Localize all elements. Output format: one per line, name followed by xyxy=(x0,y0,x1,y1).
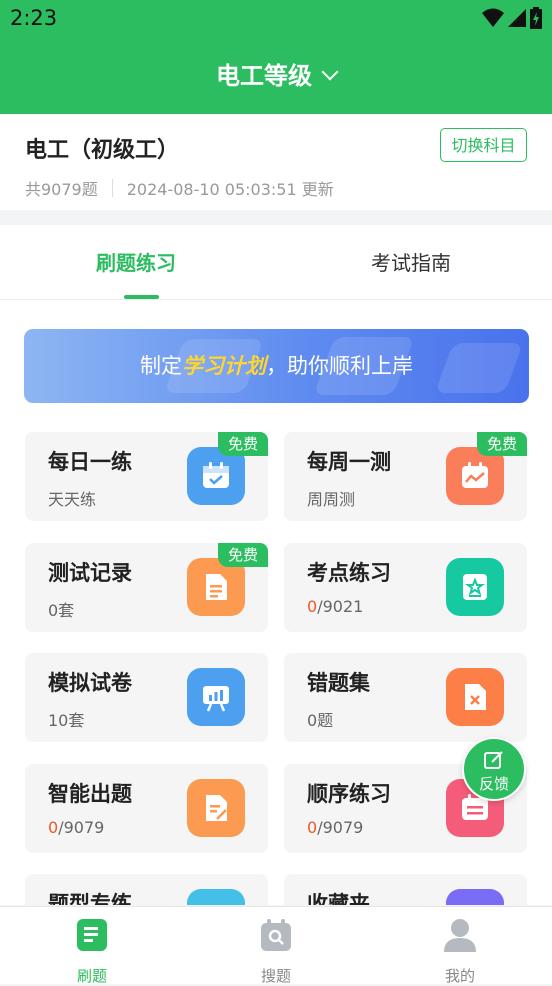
card-title: 收藏夹 xyxy=(307,892,370,905)
card-subtitle: 0套 xyxy=(48,601,75,620)
status-bar: 2:23 xyxy=(0,0,552,36)
bookmark-icon xyxy=(446,889,504,905)
status-icons xyxy=(482,7,542,29)
feedback-button[interactable]: 反馈 xyxy=(462,737,526,801)
card-subtitle: 10套 xyxy=(48,711,85,730)
card-subtitle: 0/9079 xyxy=(307,818,364,837)
edit-icon xyxy=(484,751,503,769)
wifi-icon xyxy=(482,8,504,27)
card-title: 考点练习 xyxy=(307,561,391,585)
card-mock-exam[interactable]: 模拟试卷 10套 xyxy=(25,653,268,742)
tab-exam-guide[interactable]: 考试指南 xyxy=(371,247,451,276)
battery-icon xyxy=(530,7,542,29)
card-subtitle: 天天练 xyxy=(48,490,97,509)
card-favorites[interactable]: 收藏夹 xyxy=(284,874,527,905)
card-title: 每周一测 xyxy=(307,450,391,474)
card-title: 测试记录 xyxy=(48,561,132,585)
signal-icon xyxy=(508,9,526,27)
question-count: 共9079题 xyxy=(25,180,98,199)
wrong-doc-icon xyxy=(446,668,504,726)
user-icon xyxy=(444,919,476,952)
card-wrong-questions[interactable]: 错题集 0题 xyxy=(284,653,527,742)
card-test-records[interactable]: 测试记录 0套 免费 xyxy=(25,543,268,632)
subject-meta: 共9079题 2024-08-10 05:03:51 更新 xyxy=(25,176,334,200)
status-time: 2:23 xyxy=(10,6,58,30)
banner-highlight: 学习计划 xyxy=(182,354,266,378)
presentation-icon xyxy=(187,668,245,726)
tab-indicator xyxy=(124,295,159,299)
card-title: 智能出题 xyxy=(48,782,132,806)
app-header: 电工等级 xyxy=(0,36,552,114)
free-badge: 免费 xyxy=(477,432,527,456)
card-knowledge-point[interactable]: 考点练习 0/9021 xyxy=(284,543,527,632)
card-smart-questions[interactable]: 智能出题 0/9079 xyxy=(25,764,268,853)
card-title: 模拟试卷 xyxy=(48,671,132,695)
card-subtitle: 周周测 xyxy=(307,490,356,509)
free-badge: 免费 xyxy=(218,432,268,456)
card-question-type[interactable]: 题型专练 xyxy=(25,874,268,905)
switch-subject-button[interactable]: 切换科目 xyxy=(440,128,527,162)
practice-icon xyxy=(77,919,107,951)
card-subtitle: 0/9021 xyxy=(307,597,364,616)
update-time: 2024-08-10 05:03:51 更新 xyxy=(126,180,334,199)
card-daily-practice[interactable]: 每日一练 天天练 免费 xyxy=(25,432,268,521)
star-board-icon xyxy=(446,558,504,616)
bottom-nav: 刷题 搜题 我的 xyxy=(0,906,552,985)
grid-icon xyxy=(187,889,245,905)
card-title: 错题集 xyxy=(307,671,370,695)
tab-practice[interactable]: 刷题练习 xyxy=(96,247,176,276)
divider xyxy=(111,179,113,197)
card-title: 顺序练习 xyxy=(307,782,391,806)
category-title: 电工等级 xyxy=(216,62,312,90)
card-title: 题型专练 xyxy=(48,892,132,905)
tab-bar: 刷题练习 考试指南 xyxy=(0,225,552,300)
free-badge: 免费 xyxy=(218,543,268,567)
search-icon xyxy=(261,919,291,951)
subject-name: 电工（初级工） xyxy=(25,138,180,163)
category-selector[interactable]: 电工等级 xyxy=(0,56,552,91)
main-content: 刷题练习 考试指南 制定学习计划，助你顺利上岸 每日一练 天天练 免费 每周一测… xyxy=(0,225,552,905)
study-plan-banner[interactable]: 制定学习计划，助你顺利上岸 xyxy=(24,329,529,403)
chevron-down-icon xyxy=(321,63,339,81)
edit-doc-icon xyxy=(187,779,245,837)
feedback-label: 反馈 xyxy=(478,775,509,793)
card-weekly-test[interactable]: 每周一测 周周测 免费 xyxy=(284,432,527,521)
card-subtitle: 0题 xyxy=(307,711,334,730)
banner-text: 制定学习计划，助你顺利上岸 xyxy=(140,354,413,378)
subject-card: 电工（初级工） 切换科目 共9079题 2024-08-10 05:03:51 … xyxy=(0,114,552,210)
card-title: 每日一练 xyxy=(48,450,132,474)
card-subtitle: 0/9079 xyxy=(48,818,105,837)
